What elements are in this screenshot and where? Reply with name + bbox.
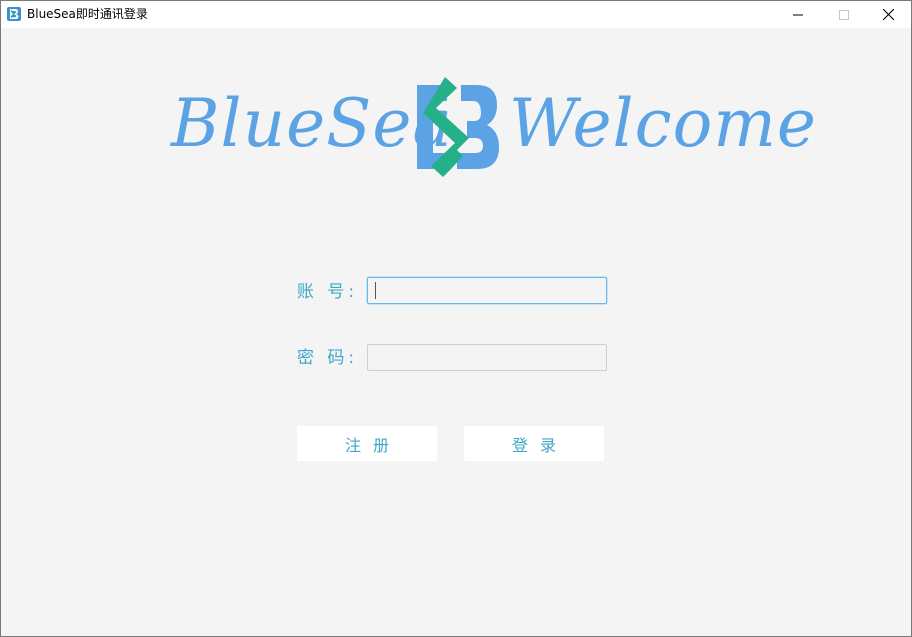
minimize-icon: [793, 14, 803, 15]
logo-text-welcome: Welcome: [509, 85, 817, 162]
bluesea-welcome-logo: BlueSea Welcome: [171, 77, 816, 177]
close-button[interactable]: [865, 1, 911, 28]
bluesea-b-logo-icon: [417, 77, 499, 177]
logo-text-bluesea: BlueSea: [171, 85, 453, 162]
password-label: 密 码:: [297, 348, 359, 368]
account-input[interactable]: [367, 277, 607, 304]
minimize-button[interactable]: [775, 1, 821, 28]
maximize-icon: [839, 9, 849, 20]
maximize-button[interactable]: [821, 1, 867, 28]
window-title: BlueSea即时通讯登录: [27, 7, 148, 21]
login-window: BlueSea即时通讯登录 BlueSea Welcome 账 号: 密 码: …: [0, 0, 912, 637]
password-input[interactable]: [367, 344, 607, 371]
account-label: 账 号:: [297, 282, 359, 302]
text-caret: [375, 282, 376, 299]
login-button[interactable]: 登录: [464, 426, 604, 461]
bluesea-app-icon: [7, 7, 21, 21]
register-button[interactable]: 注册: [297, 426, 437, 461]
title-bar[interactable]: BlueSea即时通讯登录: [1, 1, 911, 28]
close-icon: [882, 9, 894, 20]
